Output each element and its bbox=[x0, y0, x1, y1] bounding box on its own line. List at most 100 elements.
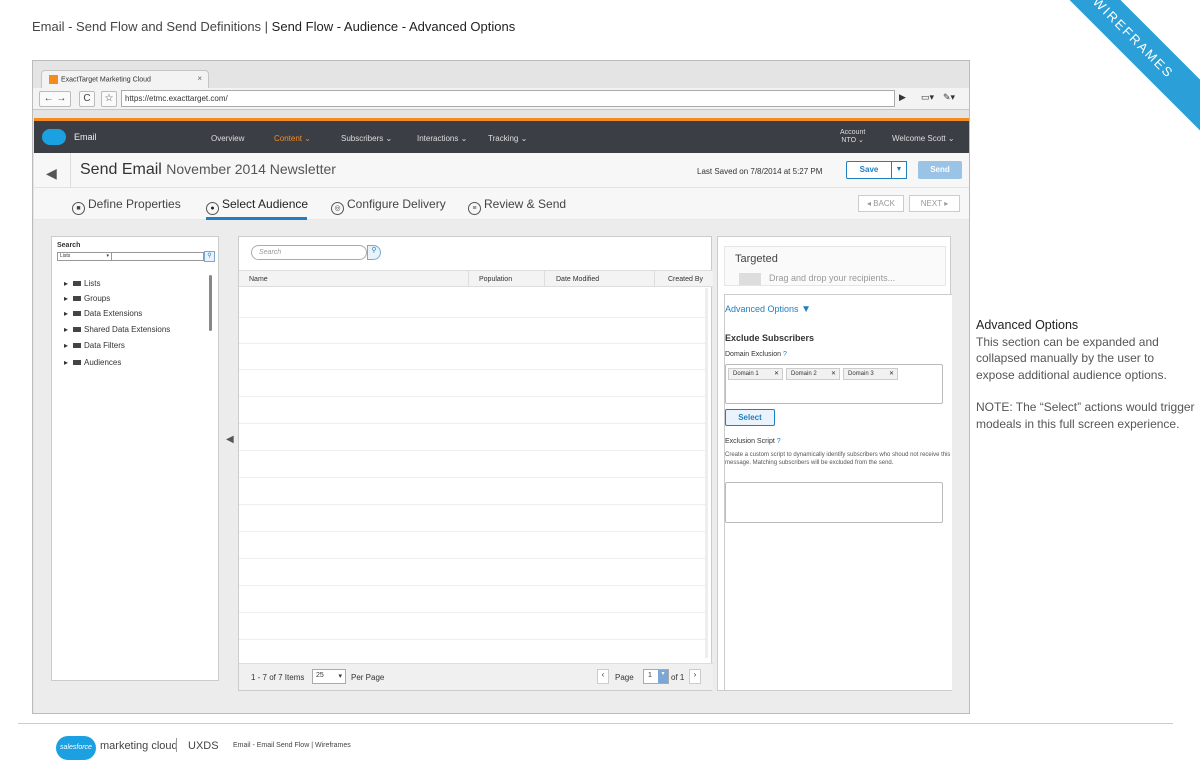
table-row bbox=[239, 531, 705, 532]
advanced-options-panel: Advanced Options ▼ Exclude Subscribers D… bbox=[724, 294, 952, 691]
app-name: Email bbox=[74, 132, 97, 142]
exclude-title: Exclude Subscribers bbox=[725, 333, 815, 343]
divider bbox=[70, 153, 71, 188]
scrollbar[interactable] bbox=[209, 275, 212, 331]
send-button[interactable]: Send bbox=[918, 161, 962, 179]
browser-toolbar: ← → C ☆ https://etmc.exacttarget.com/ ▶ … bbox=[33, 88, 969, 110]
tree-item-groups[interactable]: ▸ Groups bbox=[64, 294, 110, 303]
nav-subscribers[interactable]: Subscribers ⌄ bbox=[341, 134, 392, 143]
folder-icon bbox=[73, 343, 82, 348]
save-dropdown-icon[interactable]: ▼ bbox=[891, 161, 907, 179]
divider bbox=[468, 271, 469, 287]
tree-item-audiences[interactable]: ▸ Audiences bbox=[64, 358, 121, 367]
browser-tab[interactable]: ExactTarget Marketing Cloud × bbox=[41, 70, 209, 88]
user-menu[interactable]: Welcome Scott ⌄ bbox=[892, 134, 955, 143]
nav-interactions[interactable]: Interactions ⌄ bbox=[417, 134, 467, 143]
script-label: Exclusion Script ? bbox=[725, 438, 781, 445]
page-input[interactable]: 1 ▾ bbox=[643, 669, 669, 684]
col-created-by[interactable]: Created By bbox=[668, 276, 703, 283]
properties-icon: ■ bbox=[72, 202, 85, 215]
search-icon[interactable]: ⚲ bbox=[367, 245, 381, 260]
chevron-down-icon: ▾ bbox=[106, 253, 109, 259]
nav-overview[interactable]: Overview bbox=[211, 134, 244, 143]
divider bbox=[654, 271, 655, 287]
nav-tracking[interactable]: Tracking ⌄ bbox=[488, 134, 527, 143]
folder-panel: Search Lists ▾ ⚲ ▸ Lists ▸ Groups ▸ Data Ext… bbox=[51, 236, 219, 681]
wrench-icon[interactable]: ✎▾ bbox=[943, 92, 955, 103]
salesforce-logo: salesforce bbox=[56, 736, 96, 760]
back-arrow-icon[interactable]: ◀ bbox=[46, 165, 57, 182]
chevron-down-icon: ▾ bbox=[338, 673, 342, 680]
browser-window: ExactTarget Marketing Cloud × ← → C ☆ htt… bbox=[32, 60, 970, 714]
play-icon[interactable]: ▶ bbox=[899, 92, 906, 103]
col-date-modified[interactable]: Date Modified bbox=[556, 276, 599, 283]
table-row bbox=[239, 639, 705, 640]
table-row bbox=[239, 585, 705, 586]
table-row bbox=[239, 369, 705, 370]
help-icon[interactable]: ? bbox=[777, 438, 781, 445]
col-population[interactable]: Population bbox=[479, 276, 512, 283]
col-name[interactable]: Name bbox=[249, 276, 268, 283]
advanced-options-toggle[interactable]: Advanced Options ▼ bbox=[725, 304, 811, 315]
domain-chip: Domain 2 ✕ bbox=[786, 368, 840, 380]
table-row bbox=[239, 477, 705, 478]
table-row bbox=[239, 504, 705, 505]
help-icon[interactable]: ? bbox=[783, 351, 787, 358]
reload-icon[interactable]: C bbox=[79, 91, 95, 107]
scrollbar[interactable] bbox=[705, 288, 708, 658]
step-select-audience[interactable]: ● Select Audience bbox=[206, 197, 308, 215]
app-nav: Email Overview Content ⌄ Subscribers ⌄ I… bbox=[34, 121, 969, 153]
nav-content[interactable]: Content ⌄ bbox=[274, 134, 311, 143]
domain-chip: Domain 1 ✕ bbox=[728, 368, 783, 380]
page-header: ◀ Send Email November 2014 Newsletter La… bbox=[34, 153, 969, 188]
footer-brand: marketing cloud bbox=[100, 740, 178, 752]
save-button[interactable]: Save bbox=[846, 161, 892, 179]
step-configure-delivery[interactable]: ◎ Configure Delivery bbox=[331, 197, 446, 215]
url-bar[interactable]: https://etmc.exacttarget.com/ bbox=[121, 90, 895, 107]
per-page-select[interactable]: 25 ▾ bbox=[312, 669, 346, 684]
tree-item-lists[interactable]: ▸ Lists bbox=[64, 279, 100, 288]
next-button[interactable]: NEXT ▸ bbox=[909, 195, 960, 212]
next-page-icon[interactable]: › bbox=[689, 669, 701, 684]
annotation-body: This section can be expanded and collaps… bbox=[976, 334, 1167, 382]
grid-search-input[interactable]: Search bbox=[251, 245, 367, 260]
folder-icon bbox=[73, 311, 82, 316]
tree-item-shared-data-extensions[interactable]: ▸ Shared Data Extensions bbox=[64, 325, 170, 334]
prev-page-icon[interactable]: ‹ bbox=[597, 669, 609, 684]
domain-label: Domain Exclusion ? bbox=[725, 351, 787, 358]
table-row bbox=[239, 612, 705, 613]
search-type-select[interactable]: Lists ▾ bbox=[57, 252, 112, 261]
per-page-label: Per Page bbox=[351, 673, 385, 682]
targeted-box: Targeted Drag and drop your recipients..… bbox=[724, 246, 946, 286]
tree-item-data-extensions[interactable]: ▸ Data Extensions bbox=[64, 309, 142, 318]
domain-exclusion-box[interactable]: Domain 1 ✕ Domain 2 ✕ Domain 3 ✕ bbox=[725, 364, 943, 404]
folder-search-input[interactable] bbox=[112, 252, 204, 261]
work-area: Search Lists ▾ ⚲ ▸ Lists ▸ Groups ▸ Data Ext… bbox=[34, 220, 969, 713]
star-icon[interactable]: ☆ bbox=[101, 91, 117, 107]
collapse-panel-icon[interactable]: ◀ bbox=[226, 434, 234, 445]
drag-hint: Drag and drop your recipients... bbox=[769, 273, 896, 283]
remove-icon[interactable]: ✕ bbox=[774, 370, 779, 377]
caret-down-icon: ▼ bbox=[801, 304, 811, 315]
account-menu[interactable]: Account NTO ⌄ bbox=[840, 129, 865, 144]
step-review-send[interactable]: ≡ Review & Send bbox=[468, 197, 566, 215]
exclusion-script-input[interactable] bbox=[725, 482, 943, 523]
remove-icon[interactable]: ✕ bbox=[889, 370, 894, 377]
remove-icon[interactable]: ✕ bbox=[831, 370, 836, 377]
search-label: Search bbox=[57, 242, 81, 249]
back-button[interactable]: ◂ BACK bbox=[858, 195, 904, 212]
back-forward-icon[interactable]: ← → bbox=[39, 91, 71, 107]
select-button[interactable]: Select bbox=[725, 409, 775, 426]
footer-crumb: Email - Email Send Flow | Wireframes bbox=[233, 742, 351, 749]
tree-item-data-filters[interactable]: ▸ Data Filters bbox=[64, 341, 125, 350]
page-menu-icon[interactable]: ▭▾ bbox=[921, 92, 934, 103]
close-tab-icon[interactable]: × bbox=[197, 74, 202, 83]
footer-divider bbox=[18, 723, 1173, 724]
table-row bbox=[239, 423, 705, 424]
grid-header: Name Population Date Modified Created By bbox=[239, 270, 713, 287]
salesforce-cloud-icon bbox=[42, 129, 66, 145]
domain-chip: Domain 3 ✕ bbox=[843, 368, 898, 380]
step-define-properties[interactable]: ■ Define Properties bbox=[72, 197, 181, 215]
annotation-title: Advanced Options bbox=[976, 318, 1079, 332]
search-icon[interactable]: ⚲ bbox=[204, 251, 215, 262]
